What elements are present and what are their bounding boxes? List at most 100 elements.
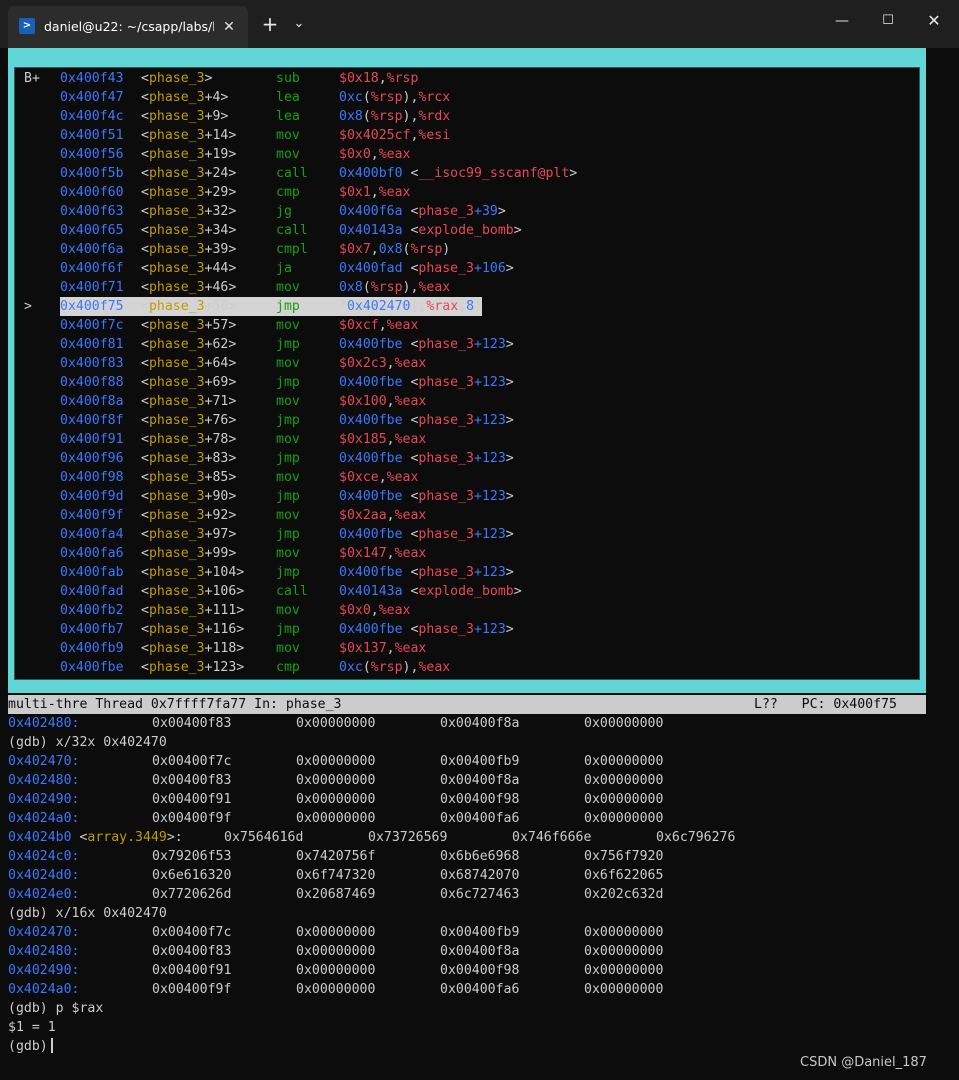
text-cursor[interactable] — [50, 1038, 53, 1053]
symbol-label: <phase_3+9> — [141, 107, 276, 126]
asm-line[interactable]: 0x400f91 <phase_3+78> mov $0x185,%eax — [24, 430, 904, 449]
asm-line-body: 0x400f51 <phase_3+14> mov $0x4025cf,%esi — [60, 126, 450, 145]
operand-token: < — [402, 584, 419, 599]
operand-token: $0x147 — [339, 546, 387, 561]
memory-value: 0x00400f7c — [152, 754, 232, 769]
asm-line-body: 0x400f7c <phase_3+57> mov $0xcf,%eax — [60, 316, 418, 335]
instruction-address: 0x400f7c — [60, 318, 124, 333]
asm-line[interactable]: 0x400f65 <phase_3+34> call 0x40143a <explod… — [24, 221, 904, 240]
operand-token: 0x40143a — [339, 584, 403, 599]
operand-token: $0x137 — [339, 641, 387, 656]
instruction-mnemonic: jg — [276, 204, 292, 219]
symbol-offset: +39> — [204, 242, 237, 257]
asm-line[interactable]: 0x400f5b <phase_3+24> call 0x400bf0 <__isoc… — [24, 164, 904, 183]
symbol-bracket: < — [141, 394, 149, 409]
operand-token: , — [410, 128, 419, 143]
minimize-button[interactable]: — — [819, 0, 865, 42]
operand-token: < — [402, 375, 419, 390]
new-tab-button[interactable]: + — [258, 12, 282, 36]
symbol-label: <phase_3+50> — [141, 297, 276, 316]
asm-line[interactable]: 0x400f88 <phase_3+69> jmp 0x400fbe <phase_3… — [24, 373, 904, 392]
console-line: 0x4024b0 <array.3449>: 0x7564616d 0x737265… — [8, 828, 948, 847]
operand-token: +123 — [474, 413, 506, 428]
instruction-mnemonic: jmp — [276, 622, 300, 637]
operand-token: %eax — [378, 603, 411, 618]
console-line: 0x402480: 0x00400f83 0x00000000 0x00400f8a 0… — [8, 714, 948, 733]
asm-line[interactable]: 0x400f4c <phase_3+9> lea 0x8(%rsp),%rdx — [24, 107, 904, 126]
operand-token: > — [505, 337, 514, 352]
asm-line[interactable]: 0x400f6f <phase_3+44> ja 0x400fad <phase_3+… — [24, 259, 904, 278]
memory-address: 0x402490: — [8, 792, 80, 807]
symbol-bracket: < — [141, 413, 149, 428]
asm-line[interactable]: 0x400f71 <phase_3+46> mov 0x8(%rsp),%eax — [24, 278, 904, 297]
maximize-button[interactable]: ☐ — [865, 0, 911, 42]
asm-line[interactable]: 0x400f51 <phase_3+14> mov $0x4025cf,%esi — [24, 126, 904, 145]
memory-value: 0x00000000 — [296, 792, 376, 807]
asm-line[interactable]: 0x400f83 <phase_3+64> mov $0x2c3,%eax — [24, 354, 904, 373]
console-text: (gdb) p $rax — [8, 1001, 104, 1016]
operand-token: $0xce — [339, 470, 379, 485]
asm-line[interactable]: 0x400f60 <phase_3+29> cmp $0x1,%eax — [24, 183, 904, 202]
asm-line-body: 0x400f75 <phase_3+50> jmp *0x402470(,%rax,8… — [60, 297, 482, 316]
asm-line[interactable]: 0x400fad <phase_3+106> call 0x40143a <explo… — [24, 582, 904, 601]
asm-line[interactable]: 0x400f8f <phase_3+76> jmp 0x400fbe <phase_3… — [24, 411, 904, 430]
instruction-address: 0x400f65 — [60, 223, 124, 238]
asm-line[interactable]: 0x400f63 <phase_3+32> jg 0x400f6a <phase_3+… — [24, 202, 904, 221]
memory-value: 0x7564616d — [224, 830, 304, 845]
symbol-name: phase_3 — [148, 337, 205, 352]
operand-token: 0x400fbe — [339, 337, 403, 352]
asm-line[interactable]: 0x400f56 <phase_3+19> mov $0x0,%eax — [24, 145, 904, 164]
close-window-button[interactable]: ✕ — [911, 0, 957, 42]
operand-token: , — [386, 432, 395, 447]
asm-line[interactable]: 0x400fb2 <phase_3+111> mov $0x0,%eax — [24, 601, 904, 620]
instruction-mnemonic: sub — [276, 71, 300, 86]
operand-token: phase_3 — [418, 489, 474, 504]
asm-line[interactable]: 0x400fa4 <phase_3+97> jmp 0x400fbe <phase_3… — [24, 525, 904, 544]
operand-token: ) — [474, 299, 482, 314]
asm-line[interactable]: 0x400f9d <phase_3+90> jmp 0x400fbe <phase_3… — [24, 487, 904, 506]
symbol-label: <phase_3+19> — [141, 145, 276, 164]
asm-line[interactable]: >0x400f75 <phase_3+50> jmp *0x402470(,%rax,… — [24, 297, 904, 316]
instruction-address: 0x400fb7 — [60, 622, 124, 637]
instruction-address: 0x400f6a — [60, 242, 124, 257]
asm-line-body: 0x400f63 <phase_3+32> jg 0x400f6a <phase_3+… — [60, 202, 506, 221]
symbol-name: phase_3 — [148, 90, 205, 105]
symbol-bracket: < — [141, 90, 149, 105]
operand-token: , — [378, 318, 387, 333]
asm-window[interactable]: B+ 0x400f43 <phase_3> sub $0x18,%rsp 0x400f47… — [14, 67, 920, 680]
asm-line-body: 0x400f43 <phase_3> sub $0x18,%rsp — [60, 69, 418, 88]
asm-line[interactable]: 0x400f81 <phase_3+62> jmp 0x400fbe <phase_3… — [24, 335, 904, 354]
asm-line[interactable]: 0x400fa6 <phase_3+99> mov $0x147,%eax — [24, 544, 904, 563]
operand-token: , — [386, 546, 395, 561]
asm-line[interactable]: 0x400f47 <phase_3+4> lea 0xc(%rsp),%rcx — [24, 88, 904, 107]
operand-token: 0x400bf0 — [339, 166, 403, 181]
asm-line[interactable]: 0x400fb7 <phase_3+116> jmp 0x400fbe <phase_… — [24, 620, 904, 639]
asm-line-body: 0x400fab <phase_3+104> jmp 0x400fbe <phase_… — [60, 563, 514, 582]
asm-line[interactable]: 0x400fb9 <phase_3+118> mov $0x137,%eax — [24, 639, 904, 658]
asm-line[interactable]: B+ 0x400f43 <phase_3> sub $0x18,%rsp — [24, 69, 904, 88]
asm-line[interactable]: 0x400f8a <phase_3+71> mov $0x100,%eax — [24, 392, 904, 411]
symbol-name: phase_3 — [148, 242, 205, 257]
symbol-label: <phase_3+99> — [141, 544, 276, 563]
asm-line[interactable]: 0x400fab <phase_3+104> jmp 0x400fbe <phase_… — [24, 563, 904, 582]
asm-line[interactable]: 0x400f7c <phase_3+57> mov $0xcf,%eax — [24, 316, 904, 335]
close-tab-icon[interactable]: ✕ — [220, 17, 238, 37]
powershell-icon: > — [19, 18, 35, 34]
symbol-label: <phase_3+64> — [141, 354, 276, 373]
symbol-label: <phase_3+46> — [141, 278, 276, 297]
operand-token: ), — [402, 109, 419, 124]
console-text: (gdb) x/32x 0x402470 — [8, 735, 167, 750]
asm-line[interactable]: 0x400f98 <phase_3+85> mov $0xce,%eax — [24, 468, 904, 487]
chevron-down-icon[interactable]: ⌄ — [287, 12, 311, 36]
asm-line[interactable]: 0x400f6a <phase_3+39> cmpl $0x7,0x8(%rsp) — [24, 240, 904, 259]
instruction-address: 0x400fbe — [60, 660, 124, 675]
symbol-offset: +69> — [204, 375, 237, 390]
asm-line[interactable]: 0x400fbe <phase_3+123> cmp 0xc(%rsp),%eax — [24, 658, 904, 677]
asm-line[interactable]: 0x400f96 <phase_3+83> jmp 0x400fbe <phase_3… — [24, 449, 904, 468]
asm-line[interactable]: 0x400f9f <phase_3+92> mov $0x2aa,%eax — [24, 506, 904, 525]
symbol-bracket: < — [141, 318, 149, 333]
symbol-offset: +32> — [204, 204, 237, 219]
symbol-bracket: < — [141, 508, 149, 523]
symbol-bracket: < — [71, 830, 88, 845]
terminal-tab[interactable]: > daniel@u22: ~/csapp/labs/bo ✕ — [8, 6, 248, 48]
